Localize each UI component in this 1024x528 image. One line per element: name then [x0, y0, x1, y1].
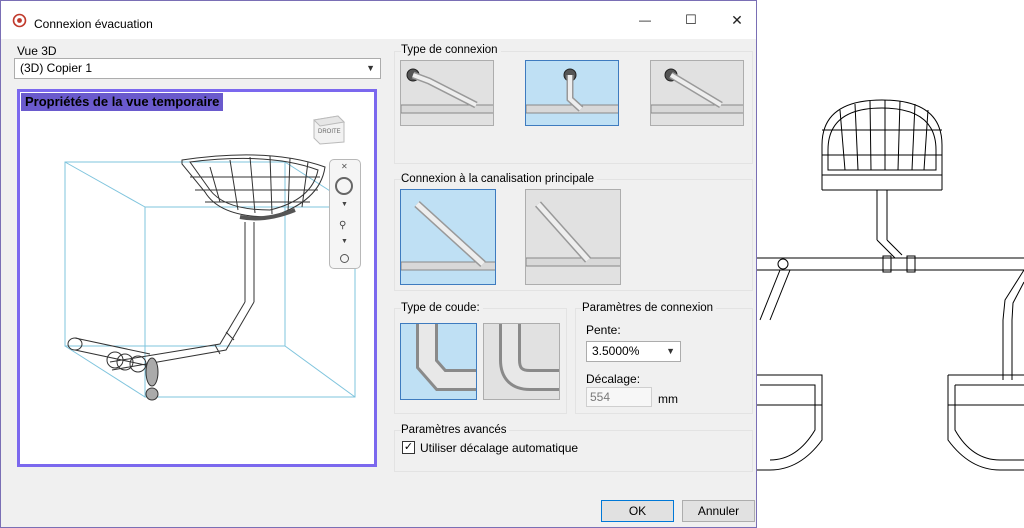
pente-select[interactable]: 3.5000% ▼ — [586, 341, 681, 362]
decalage-unit: mm — [658, 392, 678, 406]
sink-model-3d — [64, 154, 356, 401]
zoom-icon[interactable]: ⚲ — [339, 220, 346, 231]
preview-viewport[interactable]: Propriétés de la vue temporaire DROITE ✕… — [17, 89, 377, 467]
pente-select-value: 3.5000% — [592, 344, 640, 358]
navigation-bar[interactable]: ✕ ▼ ⚲ ▼ — [329, 159, 361, 269]
canalisation-option-1[interactable] — [400, 189, 496, 285]
vue3d-select-value: (3D) Copier 1 — [20, 61, 93, 75]
close-icon[interactable]: ✕ — [341, 162, 348, 171]
connexion-evacuation-dialog: Connexion évacuation — ☐ ✕ Vue 3D (3D) C… — [0, 0, 757, 528]
vue3d-label: Vue 3D — [17, 44, 57, 58]
decalage-label: Décalage: — [586, 372, 641, 386]
connexion-type-option-1[interactable] — [400, 60, 494, 126]
canalisation-option-2[interactable] — [525, 189, 621, 285]
decalage-input[interactable]: 554 — [586, 387, 652, 407]
auto-offset-label[interactable]: Utiliser décalage automatique — [420, 441, 578, 455]
parametres-connexion-label: Paramètres de connexion — [582, 302, 717, 314]
chevron-down-icon[interactable]: ▼ — [341, 201, 348, 208]
vue3d-select[interactable]: (3D) Copier 1 ▼ — [14, 58, 381, 79]
window-title: Connexion évacuation — [34, 17, 153, 31]
decalage-input-value: 554 — [590, 390, 611, 404]
title-bar: Connexion évacuation — ☐ ✕ — [1, 1, 756, 39]
view-cube[interactable]: DROITE — [308, 110, 348, 146]
chevron-down-icon: ▼ — [366, 63, 375, 73]
app-icon — [12, 13, 27, 28]
maximize-button[interactable]: ☐ — [668, 1, 714, 39]
auto-offset-checkbox[interactable]: ✓ — [402, 441, 415, 454]
cancel-button[interactable]: Annuler — [682, 500, 755, 522]
pente-label: Pente: — [586, 323, 621, 337]
minimize-button[interactable]: — — [622, 1, 668, 39]
connexion-type-option-3[interactable] — [650, 60, 744, 126]
type-connexion-label: Type de connexion — [401, 44, 501, 56]
steering-wheel-icon[interactable] — [335, 177, 353, 195]
view-cube-face-label: DROITE — [318, 129, 341, 135]
type-coude-label: Type de coude: — [401, 302, 483, 314]
coude-option-1[interactable] — [400, 323, 477, 400]
chevron-down-icon[interactable]: ▼ — [341, 238, 348, 245]
close-button[interactable]: ✕ — [714, 1, 760, 39]
chevron-down-icon: ▼ — [666, 346, 675, 356]
ok-button[interactable]: OK — [601, 500, 674, 522]
connexion-canalisation-label: Connexion à la canalisation principale — [401, 173, 598, 185]
parametres-avances-label: Paramètres avancés — [401, 424, 510, 436]
coude-option-2[interactable] — [483, 323, 560, 400]
options-icon[interactable] — [340, 254, 349, 263]
connexion-type-option-2[interactable] — [525, 60, 619, 126]
